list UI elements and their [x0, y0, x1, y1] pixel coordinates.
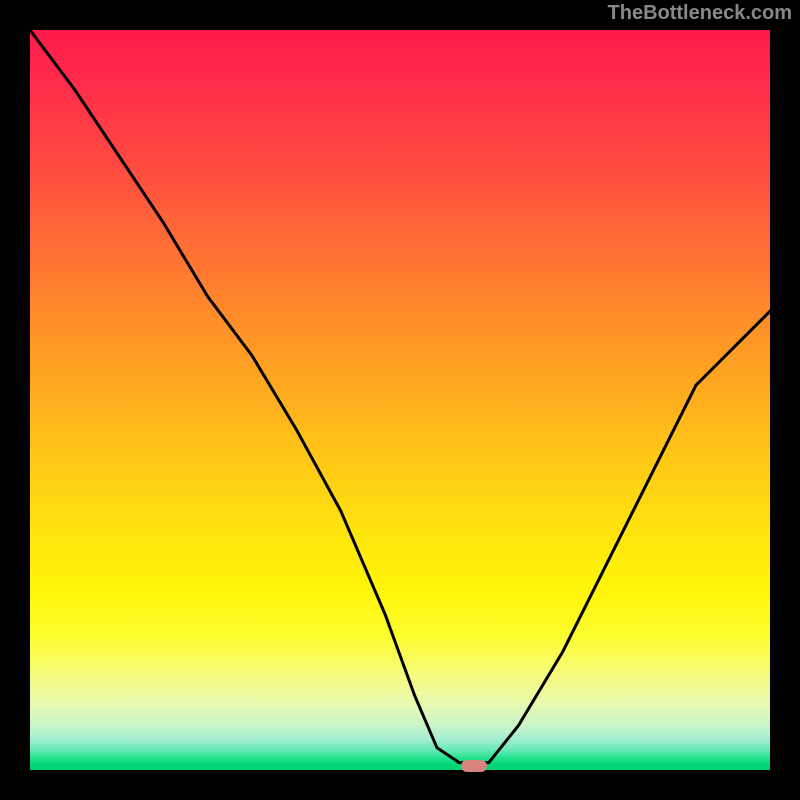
plot-area — [30, 30, 770, 770]
optimal-marker — [461, 760, 487, 772]
curve-svg — [30, 30, 770, 770]
watermark-text: TheBottleneck.com — [608, 2, 792, 25]
bottleneck-curve — [30, 30, 770, 763]
